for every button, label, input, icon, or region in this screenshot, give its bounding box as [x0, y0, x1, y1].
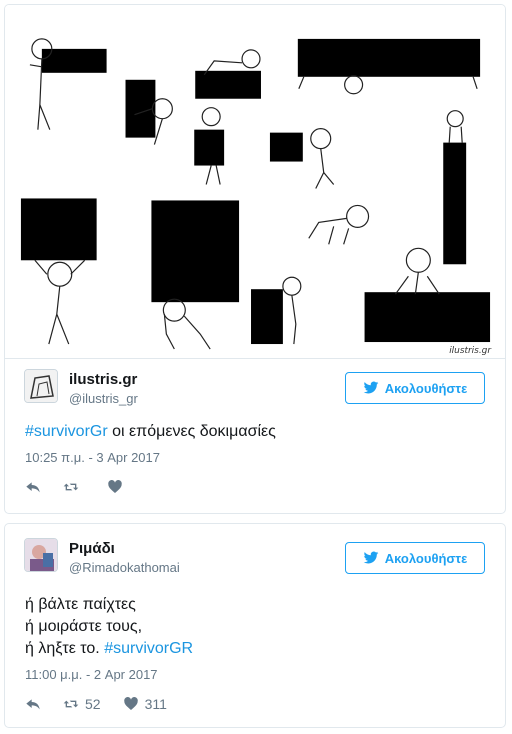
block-shape [20, 198, 97, 261]
heart-icon [108, 480, 122, 493]
author-name[interactable]: Ριμάδι [69, 540, 115, 557]
tweet-actions: 52 311 [5, 696, 505, 712]
heart-icon [123, 697, 138, 710]
twitter-bird-icon [363, 381, 379, 394]
reply-icon [26, 699, 40, 710]
author-name[interactable]: ilustris.gr [69, 371, 137, 388]
tweet-text-body: οι επόμενες δοκιμασίες [107, 423, 276, 440]
hashtag-link[interactable]: #survivorGR [104, 640, 193, 657]
follow-label: Ακολουθήστε [384, 380, 468, 396]
tweet-actions [5, 479, 505, 495]
media-watermark: ilustris.gr [449, 346, 492, 356]
retweet-count: 52 [85, 696, 101, 712]
twitter-bird-icon [363, 551, 379, 564]
tweet-text: #survivorGr οι επόμενες δοκιμασίες [5, 421, 505, 443]
reply-icon [26, 482, 40, 493]
block-shape [297, 38, 481, 77]
block-shape [443, 142, 467, 265]
tweet-timestamp[interactable]: 10:25 π.μ. - 3 Apr 2017 [5, 450, 505, 465]
reply-button[interactable] [25, 696, 41, 712]
tweet-media-image[interactable]: ilustris.gr [5, 5, 505, 359]
tweet-card: Ριμάδι @Rimadokathomai Ακολουθήστε ή βάλ… [4, 523, 506, 728]
retweet-button[interactable] [63, 479, 85, 495]
follow-button[interactable]: Ακολουθήστε [345, 542, 485, 574]
block-shape [269, 132, 303, 162]
tweet-text-body: ή ληξτε το. [25, 640, 105, 657]
block-shape [194, 129, 225, 166]
reply-button[interactable] [25, 479, 41, 495]
author-handle[interactable]: @Rimadokathomai [69, 560, 180, 575]
avatar[interactable] [24, 369, 58, 403]
follow-button[interactable]: Ακολουθήστε [345, 372, 485, 404]
tweet-card: ilustris.gr ilustris.gr @ilustris_gr Ακο… [4, 4, 506, 514]
retweet-icon [63, 483, 79, 491]
like-button[interactable] [107, 479, 129, 495]
hashtag-link[interactable]: #survivorGr [25, 423, 108, 440]
like-button[interactable]: 311 [123, 696, 167, 712]
avatar[interactable] [24, 538, 58, 572]
tweet-header: Ριμάδι @Rimadokathomai Ακολουθήστε [5, 524, 505, 580]
like-count: 311 [144, 696, 167, 712]
tweet-text-line: ή βάλτε παίχτες [25, 596, 136, 613]
tweet-text: ή βάλτε παίχτες ή μοιράστε τους, ή ληξτε… [5, 594, 505, 660]
retweet-icon [63, 700, 79, 708]
follow-label: Ακολουθήστε [384, 550, 468, 566]
tweet-timestamp[interactable]: 11:00 μ.μ. - 2 Apr 2017 [5, 667, 505, 682]
tweet-text-line: ή ληξτε το. #survivorGR [25, 638, 485, 660]
block-shape [151, 200, 240, 303]
tweet-header: ilustris.gr @ilustris_gr Ακολουθήστε [5, 359, 505, 411]
tweet-text-line: ή μοιράστε τους, [25, 618, 143, 635]
block-shape [195, 70, 261, 99]
retweet-button[interactable]: 52 [63, 696, 101, 712]
author-handle[interactable]: @ilustris_gr [69, 391, 138, 406]
block-shape [251, 289, 283, 345]
block-shape [364, 292, 491, 343]
